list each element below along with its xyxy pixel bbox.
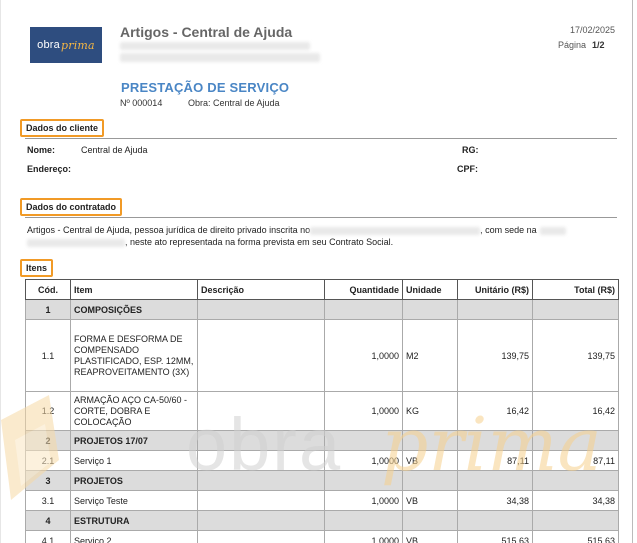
- page-label: Página: [558, 40, 587, 50]
- contractor-text-part-a: Artigos - Central de Ajuda, pessoa juríd…: [27, 225, 311, 235]
- column-header-unitario: Unitário (R$): [457, 279, 533, 300]
- table-group-row: 1 COMPOSIÇÕES: [25, 299, 619, 320]
- cell-cod: 4: [25, 510, 71, 531]
- contractor-text-part-b: , com sede na: [480, 225, 537, 235]
- cell-descricao: [197, 450, 325, 471]
- cell-cod: 3: [25, 470, 71, 491]
- cell-unitario: 139,75: [457, 319, 533, 392]
- cell-cod: 2: [25, 430, 71, 451]
- document-title: PRESTAÇÃO DE SERVIÇO: [121, 80, 290, 95]
- table-row: 3.1 Serviço Teste 1,0000 VB 34,38 34,38: [25, 490, 619, 511]
- cell-item: PROJETOS: [70, 470, 198, 491]
- cell-cod: 4.1: [25, 530, 71, 543]
- page-indicator: Página 1/2: [558, 40, 605, 50]
- cell-item: PROJETOS 17/07: [70, 430, 198, 451]
- table-group-row: 4 ESTRUTURA: [25, 510, 619, 531]
- column-header-descricao: Descrição: [197, 279, 325, 300]
- section-client-divider: [25, 138, 617, 139]
- column-header-cod: Cód.: [25, 279, 71, 300]
- table-row: 2.1 Serviço 1 1,0000 VB 87,11 87,11: [25, 450, 619, 471]
- document-obra: Obra: Central de Ajuda: [188, 98, 280, 108]
- cell-unidade: VB: [402, 490, 458, 511]
- document-date: 17/02/2025: [569, 25, 615, 35]
- cell-descricao: [197, 319, 325, 392]
- table-group-row: 3 PROJETOS: [25, 470, 619, 491]
- cell-item: FORMA E DESFORMA DE COMPENSADO PLASTIFIC…: [70, 319, 198, 392]
- table-group-row: 2 PROJETOS 17/07: [25, 430, 619, 451]
- cell-cod: 1: [25, 299, 71, 320]
- cell-cod: 2.1: [25, 450, 71, 471]
- cell-unidade: KG: [402, 391, 458, 431]
- cell-item: ARMAÇÃO AÇO CA-50/60 - CORTE, DOBRA E CO…: [70, 391, 198, 431]
- company-logo: obra prima: [30, 27, 102, 63]
- cell-unitario: 515,63: [457, 530, 533, 543]
- cell-unidade: VB: [402, 450, 458, 471]
- cell-item: Serviço 1: [70, 450, 198, 471]
- section-contractor-header: Dados do contratado: [20, 198, 123, 216]
- document-page: obra prima Artigos - Central de Ajuda 17/…: [0, 0, 633, 543]
- cell-quantidade: 1,0000: [324, 391, 403, 431]
- cell-quantidade: 1,0000: [324, 319, 403, 392]
- client-name-label: Nome:: [27, 145, 56, 155]
- client-name-value: Central de Ajuda: [81, 145, 148, 155]
- redacted-cnpj: [310, 226, 481, 235]
- table-row: 1.1 FORMA E DESFORMA DE COMPENSADO PLAST…: [25, 319, 619, 392]
- cell-item: Serviço 2: [70, 530, 198, 543]
- section-client-header: Dados do cliente: [20, 119, 105, 137]
- column-header-total: Total (R$): [532, 279, 619, 300]
- column-header-quantidade: Quantidade: [324, 279, 403, 300]
- section-items-header: Itens: [20, 259, 54, 277]
- cell-total: 16,42: [532, 391, 619, 431]
- client-address-label: Endereço:: [27, 164, 72, 174]
- cell-descricao: [197, 490, 325, 511]
- cell-unitario: 34,38: [457, 490, 533, 511]
- cell-unitario: 87,11: [457, 450, 533, 471]
- company-title: Artigos - Central de Ajuda: [120, 24, 293, 40]
- redacted-address-line-2: [120, 53, 320, 62]
- document-number: Nº 000014: [120, 98, 163, 108]
- contractor-text-line-1: Artigos - Central de Ajuda, pessoa juríd…: [27, 224, 566, 236]
- items-table: Cód. Item Descrição Quantidade Unidade U…: [25, 279, 619, 543]
- table-header-row: Cód. Item Descrição Quantidade Unidade U…: [25, 279, 619, 300]
- table-row: 4.1 Serviço 2 1,0000 VB 515,63 515,63: [25, 530, 619, 543]
- section-contractor-divider: [25, 217, 617, 218]
- cell-item: ESTRUTURA: [70, 510, 198, 531]
- contractor-text-part-c: , neste ato representada na forma previs…: [125, 237, 394, 247]
- column-header-unidade: Unidade: [402, 279, 458, 300]
- logo-text-obra: obra: [37, 39, 60, 51]
- page-number: 1/2: [592, 40, 605, 50]
- redacted-address-line-1: [120, 42, 310, 50]
- redacted-address: [539, 226, 566, 235]
- redacted-address-cont: [27, 238, 125, 247]
- cell-unidade: VB: [402, 530, 458, 543]
- cell-item: COMPOSIÇÕES: [70, 299, 198, 320]
- cell-cod: 3.1: [25, 490, 71, 511]
- cell-total: 139,75: [532, 319, 619, 392]
- cell-quantidade: 1,0000: [324, 530, 403, 543]
- cell-cod: 1.2: [25, 391, 71, 431]
- cell-unitario: 16,42: [457, 391, 533, 431]
- cell-total: 34,38: [532, 490, 619, 511]
- logo-text-prima: prima: [61, 38, 95, 52]
- cell-quantidade: 1,0000: [324, 450, 403, 471]
- cell-total: 87,11: [532, 450, 619, 471]
- cell-item: Serviço Teste: [70, 490, 198, 511]
- cell-quantidade: 1,0000: [324, 490, 403, 511]
- contractor-text-line-2: , neste ato representada na forma previs…: [27, 236, 393, 248]
- column-header-item: Item: [70, 279, 198, 300]
- cell-descricao: [197, 391, 325, 431]
- client-cpf-label: CPF:: [457, 164, 478, 174]
- cell-unidade: M2: [402, 319, 458, 392]
- cell-descricao: [197, 530, 325, 543]
- cell-total: 515,63: [532, 530, 619, 543]
- client-rg-label: RG:: [462, 145, 479, 155]
- table-row: 1.2 ARMAÇÃO AÇO CA-50/60 - CORTE, DOBRA …: [25, 391, 619, 431]
- cell-cod: 1.1: [25, 319, 71, 392]
